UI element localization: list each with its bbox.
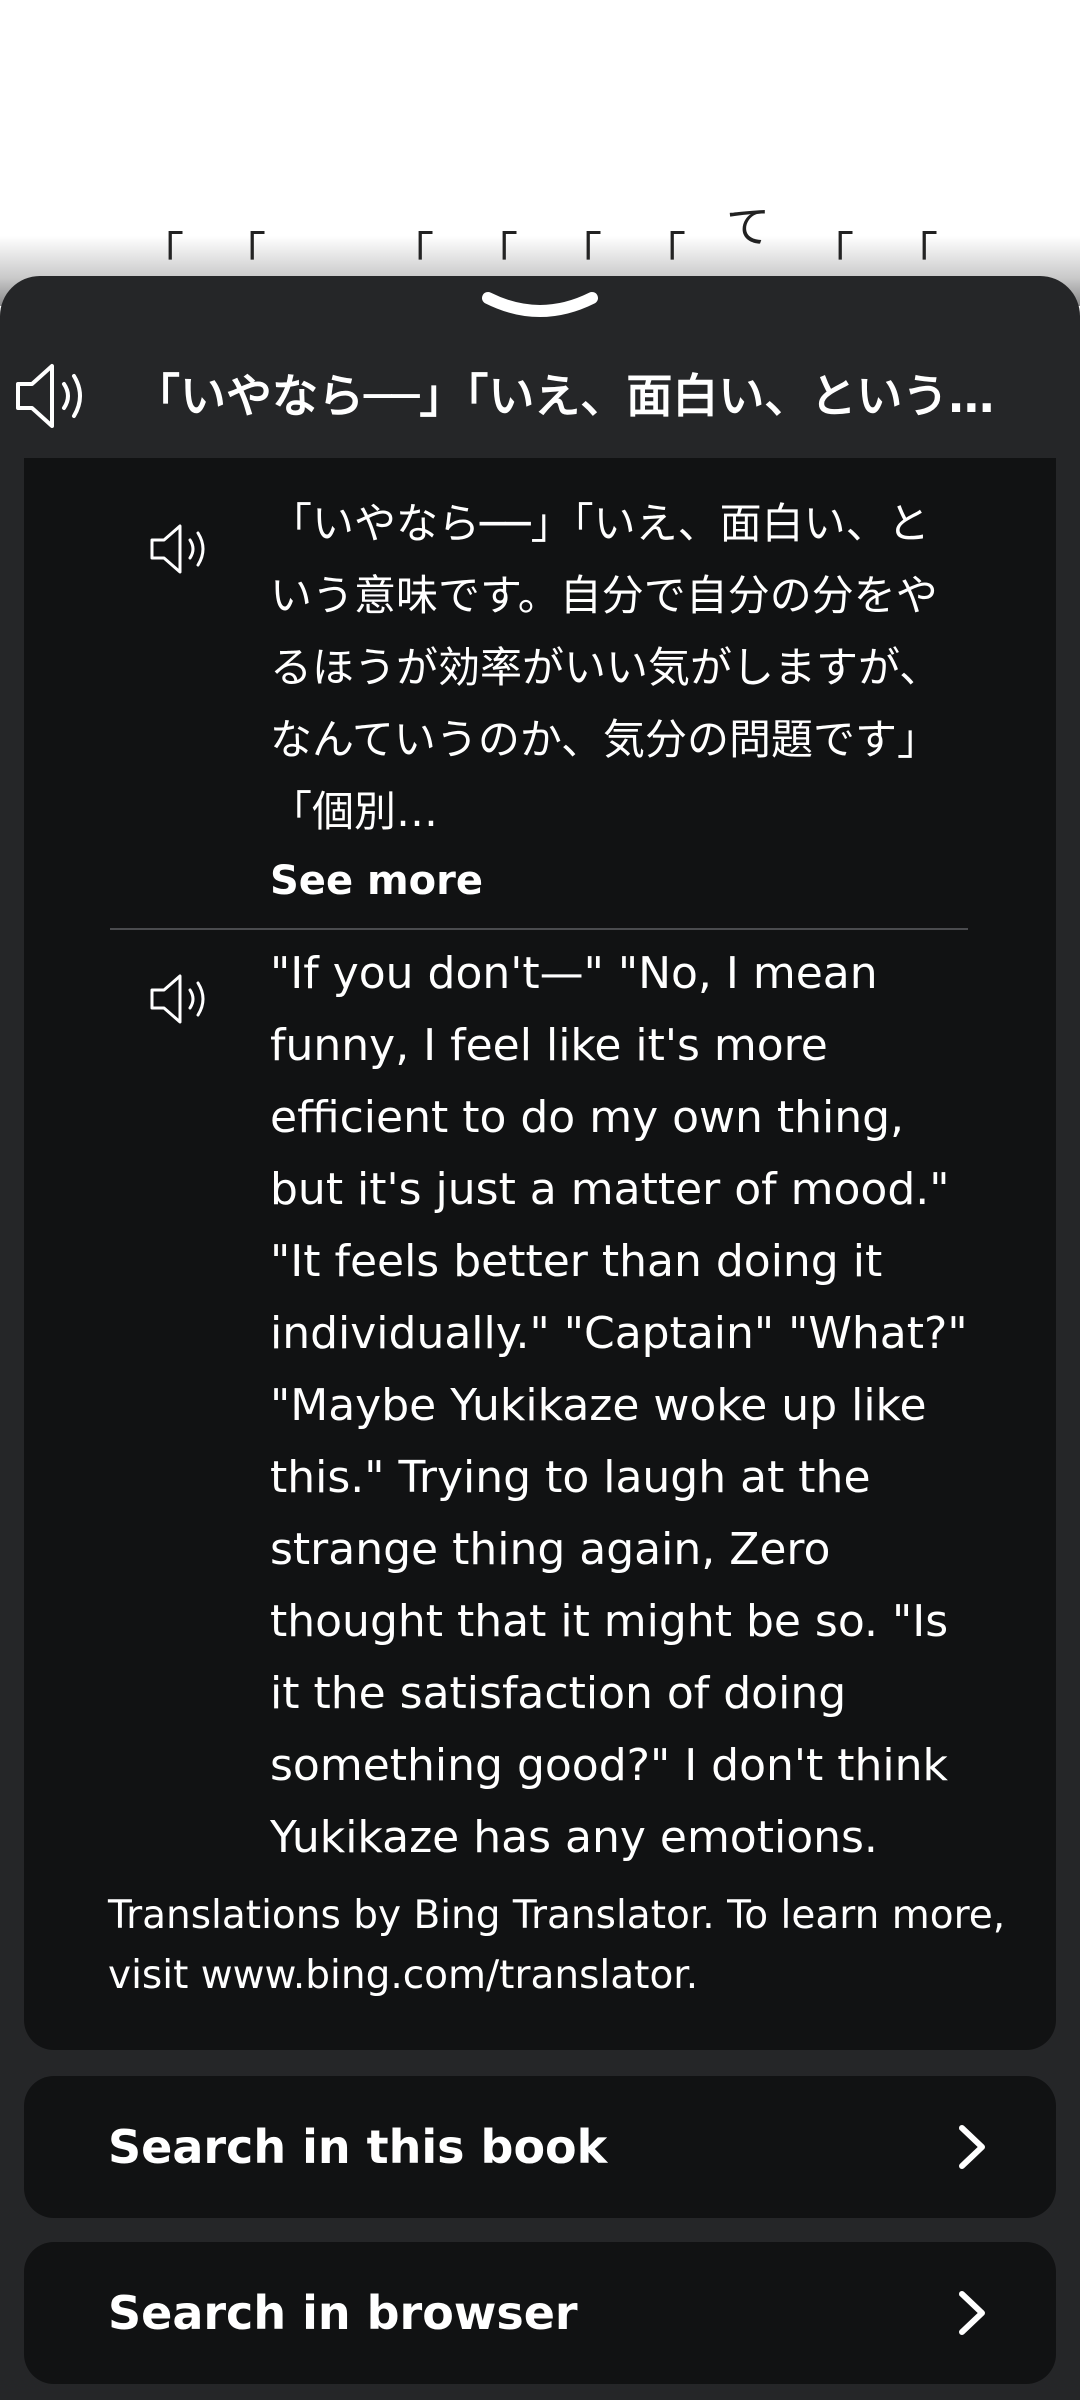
chevron-right-icon (959, 2125, 985, 2169)
see-more-link[interactable]: See more (270, 856, 483, 906)
search-in-browser-label: Search in browser (108, 2286, 578, 2340)
search-in-book-button[interactable]: Search in this book (24, 2076, 1056, 2218)
speaker-icon[interactable] (148, 516, 214, 582)
collapse-handle-icon[interactable] (480, 284, 600, 324)
search-in-book-label: Search in this book (108, 2120, 608, 2174)
sheet-header: 「いやなら──」「いえ、面白い、という意味です。自分で自分の分をやるほうが効率が… (0, 336, 1080, 456)
translator-credit: Translations by Bing Translator. To lear… (108, 1893, 1006, 1998)
speaker-icon[interactable] (148, 966, 214, 1032)
speaker-icon[interactable] (12, 356, 92, 436)
header-title: 「いやなら──」「いえ、面白い、という意味です。自分で自分の分をやるほうが効率が… (134, 369, 1034, 423)
chevron-right-icon (959, 2291, 985, 2335)
translated-text: "If you don't—" "No, I mean funny, I fee… (270, 948, 968, 1863)
translation-sheet: 「いやなら──」「いえ、面白い、という意味です。自分で自分の分をやるほうが効率が… (0, 276, 1080, 2400)
translation-card: 「いやなら──」「いえ、面白い、という意味です。自分で自分の分をやるほうが効率が… (24, 458, 1056, 2050)
original-text: 「いやなら──」「いえ、面白い、という意味です。自分で自分の分をやるほうが効率が… (270, 499, 942, 836)
divider (110, 928, 968, 930)
book-page: 「 「 「 「 「 「 「 「 て (0, 0, 1080, 306)
search-in-browser-button[interactable]: Search in browser (24, 2242, 1056, 2384)
